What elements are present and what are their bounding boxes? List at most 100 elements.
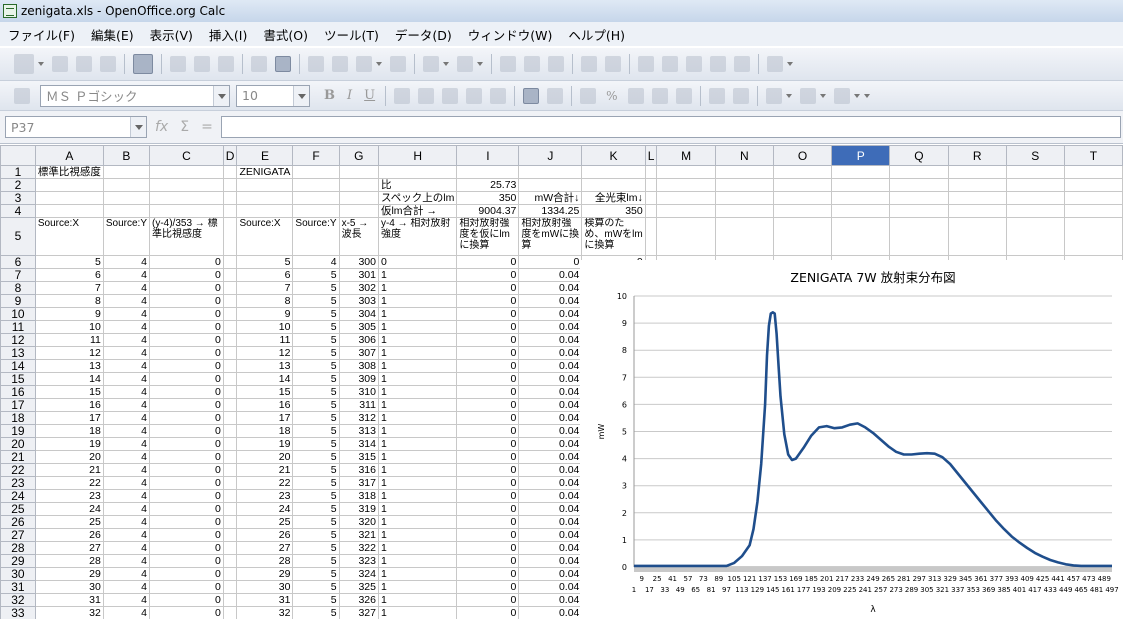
column-header-t[interactable]: T <box>1063 145 1123 166</box>
cell-e18[interactable]: 17 <box>236 411 294 425</box>
zoom-icon[interactable] <box>734 56 750 72</box>
cell-c24[interactable]: 0 <box>149 489 224 503</box>
column-header-e[interactable]: E <box>236 145 294 166</box>
cell-e23[interactable]: 22 <box>236 476 294 490</box>
cell-e20[interactable]: 19 <box>236 437 294 451</box>
cell-h23[interactable]: 1 <box>377 476 458 490</box>
cell-a15[interactable]: 14 <box>34 372 104 386</box>
cell-e14[interactable]: 13 <box>236 359 294 373</box>
column-header-n[interactable]: N <box>714 145 774 166</box>
cell-empty[interactable] <box>714 178 774 192</box>
cell-h13[interactable]: 1 <box>377 346 458 360</box>
cell-l4[interactable] <box>644 204 658 218</box>
cell-i2[interactable]: 25.73 <box>456 178 520 192</box>
cell-empty[interactable] <box>831 217 891 256</box>
cell-j32[interactable]: 0.04 <box>518 593 583 607</box>
cell-g19[interactable]: 313 <box>338 424 379 438</box>
cell-e31[interactable]: 30 <box>236 580 294 594</box>
cell-empty[interactable] <box>1063 204 1123 218</box>
cell-e29[interactable]: 28 <box>236 554 294 568</box>
cell-c29[interactable]: 0 <box>149 554 224 568</box>
cell-j12[interactable]: 0.04 <box>518 333 583 347</box>
cell-a3[interactable] <box>34 191 104 205</box>
cell-i22[interactable]: 0 <box>456 463 520 477</box>
menu-edit[interactable]: 編集(E) <box>83 25 142 44</box>
standard-format-icon[interactable] <box>651 87 668 104</box>
cell-empty[interactable] <box>714 204 774 218</box>
cell-g13[interactable]: 307 <box>338 346 379 360</box>
cell-e11[interactable]: 10 <box>236 320 294 334</box>
cell-c11[interactable]: 0 <box>149 320 224 334</box>
cell-empty[interactable] <box>1063 178 1123 192</box>
cell-i14[interactable]: 0 <box>456 359 520 373</box>
draw-functions-icon[interactable] <box>605 56 621 72</box>
cell-empty[interactable] <box>947 191 1007 205</box>
cell-e10[interactable]: 9 <box>236 307 294 321</box>
justify-icon[interactable] <box>466 87 483 104</box>
cell-c33[interactable]: 0 <box>149 606 224 619</box>
cell-g8[interactable]: 302 <box>338 281 379 295</box>
cell-b30[interactable]: 4 <box>102 567 151 581</box>
cell-j21[interactable]: 0.04 <box>518 450 583 464</box>
cell-d11[interactable] <box>222 320 238 334</box>
row-header-4[interactable]: 4 <box>0 204 36 218</box>
cell-d16[interactable] <box>222 385 238 399</box>
cell-c16[interactable]: 0 <box>149 385 224 399</box>
cell-b5[interactable]: Source:Y <box>102 217 151 256</box>
cell-h2[interactable]: 比 <box>377 178 458 192</box>
cell-d7[interactable] <box>222 268 238 282</box>
clone-formatting-icon[interactable] <box>390 56 406 72</box>
cell-j26[interactable]: 0.04 <box>518 515 583 529</box>
cell-i9[interactable]: 0 <box>456 294 520 308</box>
cell-b11[interactable]: 4 <box>102 320 151 334</box>
cell-j25[interactable]: 0.04 <box>518 502 583 516</box>
cell-i20[interactable]: 0 <box>456 437 520 451</box>
cell-j7[interactable]: 0.04 <box>518 268 583 282</box>
open-icon[interactable] <box>52 56 68 72</box>
cell-f30[interactable]: 5 <box>292 567 340 581</box>
cell-i7[interactable]: 0 <box>456 268 520 282</box>
cell-c8[interactable]: 0 <box>149 281 224 295</box>
cell-d26[interactable] <box>222 515 238 529</box>
column-header-h[interactable]: H <box>377 145 458 166</box>
function-wizard-icon[interactable]: fx <box>155 119 168 135</box>
cell-e1[interactable]: ZENIGATA <box>236 165 294 179</box>
cell-a25[interactable]: 24 <box>34 502 104 516</box>
align-left-icon[interactable] <box>394 87 411 104</box>
percent-format-button[interactable]: % <box>606 89 617 103</box>
cell-a19[interactable]: 18 <box>34 424 104 438</box>
cell-empty[interactable] <box>889 217 949 256</box>
row-header-16[interactable]: 16 <box>0 385 36 399</box>
send-mail-icon[interactable] <box>100 56 116 72</box>
cell-h25[interactable]: 1 <box>377 502 458 516</box>
cell-f18[interactable]: 5 <box>292 411 340 425</box>
cell-empty[interactable] <box>1063 165 1123 179</box>
cell-j31[interactable]: 0.04 <box>518 580 583 594</box>
row-header-17[interactable]: 17 <box>0 398 36 412</box>
row-header-7[interactable]: 7 <box>0 268 36 282</box>
cell-empty[interactable] <box>656 217 716 256</box>
cell-j28[interactable]: 0.04 <box>518 541 583 555</box>
sort-ascending-icon[interactable] <box>524 56 540 72</box>
cell-a29[interactable]: 28 <box>34 554 104 568</box>
cell-i29[interactable]: 0 <box>456 554 520 568</box>
column-header-s[interactable]: S <box>1005 145 1065 166</box>
cell-empty[interactable] <box>656 204 716 218</box>
cell-empty[interactable] <box>889 191 949 205</box>
cell-f8[interactable]: 5 <box>292 281 340 295</box>
cell-b22[interactable]: 4 <box>102 463 151 477</box>
column-header-g[interactable]: G <box>338 145 379 166</box>
cell-c9[interactable]: 0 <box>149 294 224 308</box>
print-preview-icon[interactable] <box>218 56 234 72</box>
cell-a9[interactable]: 8 <box>34 294 104 308</box>
find-replace-icon[interactable] <box>638 56 654 72</box>
cell-f21[interactable]: 5 <box>292 450 340 464</box>
cell-j8[interactable]: 0.04 <box>518 281 583 295</box>
cell-j1[interactable] <box>518 165 583 179</box>
cell-j10[interactable]: 0.04 <box>518 307 583 321</box>
column-header-j[interactable]: J <box>518 145 583 166</box>
cell-g14[interactable]: 308 <box>338 359 379 373</box>
cell-empty[interactable] <box>656 178 716 192</box>
cell-b18[interactable]: 4 <box>102 411 151 425</box>
cell-e8[interactable]: 7 <box>236 281 294 295</box>
